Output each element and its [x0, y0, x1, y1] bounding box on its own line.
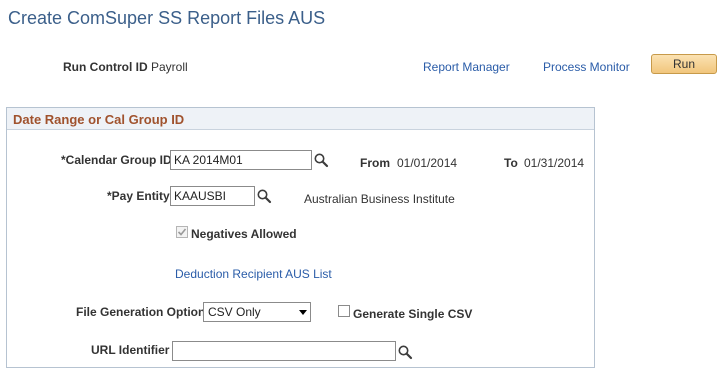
magnifier-icon[interactable]: [313, 152, 329, 168]
file-generation-select[interactable]: CSV Only: [203, 302, 311, 322]
magnifier-icon[interactable]: [256, 188, 272, 204]
process-monitor-link[interactable]: Process Monitor: [543, 60, 630, 74]
file-generation-label: File Generation Option: [76, 305, 206, 319]
url-identifier-input[interactable]: [172, 341, 396, 361]
page-title: Create ComSuper SS Report Files AUS: [8, 8, 326, 28]
check-icon: [177, 228, 187, 236]
magnifier-icon[interactable]: [397, 344, 413, 360]
report-manager-link[interactable]: Report Manager: [423, 60, 510, 74]
date-range-group-box: [6, 107, 595, 368]
run-button[interactable]: Run: [651, 54, 717, 74]
to-label: To: [504, 156, 518, 170]
group-title: Date Range or Cal Group ID: [13, 112, 185, 127]
pay-entity-label: *Pay Entity: [107, 189, 170, 203]
url-identifier-label: URL Identifier: [91, 343, 170, 357]
pay-entity-input[interactable]: KAAUSBI: [170, 186, 255, 206]
to-date: 01/31/2014: [524, 156, 585, 170]
run-control-label: Run Control ID: [63, 60, 148, 74]
chevron-down-icon: [299, 310, 307, 315]
negatives-allowed-checkbox[interactable]: [176, 226, 188, 238]
pay-entity-description: Australian Business Institute: [304, 192, 455, 206]
negatives-allowed-label: Negatives Allowed: [191, 227, 297, 241]
calendar-group-input[interactable]: KA 2014M01: [170, 150, 312, 170]
generate-single-csv-label: Generate Single CSV: [353, 307, 473, 321]
from-date: 01/01/2014: [397, 156, 458, 170]
from-label: From: [360, 156, 390, 170]
generate-single-csv-checkbox[interactable]: [338, 305, 350, 317]
run-control-value: Payroll: [151, 60, 188, 74]
calendar-group-label: *Calendar Group ID: [61, 153, 172, 167]
file-generation-selected-value: CSV Only: [208, 305, 261, 319]
deduction-recipient-link[interactable]: Deduction Recipient AUS List: [175, 267, 332, 281]
